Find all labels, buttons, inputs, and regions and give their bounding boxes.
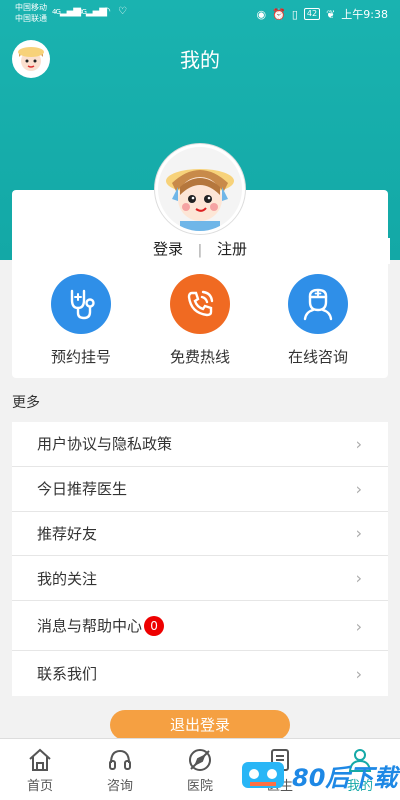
status-bar: 中国移动 中国联通 4G▂▄▆ 3G▂▄▆ ◠ ♡ ◉ ⏰ ▯ 42 ❦ 上午9…	[0, 0, 400, 30]
tab-label: 医院	[186, 779, 213, 794]
tab-label: 咨询	[106, 779, 133, 794]
compass-icon	[189, 749, 211, 771]
carrier-1: 中国移动	[15, 3, 47, 12]
health-icon: ♡	[118, 6, 127, 17]
menu-item-label: 推荐好友	[37, 524, 98, 543]
menu-item-recommended-doctors[interactable]: 今日推荐医生 ›	[12, 467, 388, 512]
wifi-icon: ◠	[102, 6, 111, 17]
vibrate-icon: ▯	[291, 7, 298, 21]
chevron-right-icon: ›	[355, 568, 362, 588]
battery-icon: 42	[303, 8, 321, 20]
alarm-icon: ⏰	[272, 7, 286, 21]
headset-icon	[109, 749, 131, 770]
stethoscope-icon	[51, 274, 111, 334]
quick-action-hotline[interactable]: 免费热线	[145, 274, 255, 367]
tab-hospital[interactable]: 医院	[160, 739, 240, 800]
menu-item-label: 用户协议与隐私政策	[37, 435, 173, 454]
menu-item-label: 消息与帮助中心	[37, 617, 143, 636]
carrier-labels: 中国移动 中国联通	[15, 2, 47, 24]
page-title: 我的	[180, 48, 220, 72]
menu-item-invite-friends[interactable]: 推荐好友 ›	[12, 512, 388, 557]
leaf-icon: ❦	[326, 7, 336, 21]
watermark-text: 80后下载	[292, 764, 398, 792]
header: 我的	[0, 36, 400, 80]
tab-home[interactable]: 首页	[0, 739, 80, 800]
section-title-more: 更多	[12, 395, 40, 411]
menu-item-contact-us[interactable]: 联系我们 ›	[12, 651, 388, 696]
menu-item-my-follows[interactable]: 我的关注 ›	[12, 556, 388, 602]
unread-badge: 0	[144, 615, 165, 636]
menu-item-label: 联系我们	[37, 665, 98, 684]
login-link[interactable]: 登录	[153, 240, 183, 258]
chevron-right-icon: ›	[355, 434, 362, 454]
eye-icon: ◉	[256, 7, 267, 21]
status-right: ◉ ⏰ ▯ 42 ❦ 上午9:38	[257, 6, 388, 22]
quick-action-consult[interactable]: 在线咨询	[263, 274, 373, 367]
quick-action-label: 免费热线	[169, 348, 230, 366]
chevron-right-icon: ›	[355, 523, 362, 543]
auth-row: 登录 | 注册	[0, 238, 400, 259]
tab-consult[interactable]: 咨询	[80, 739, 160, 800]
auth-separator: |	[197, 243, 203, 258]
menu-item-user-agreement[interactable]: 用户协议与隐私政策 ›	[12, 422, 388, 467]
home-icon	[29, 748, 51, 771]
chevron-right-icon: ›	[355, 617, 362, 637]
phone-icon	[170, 274, 230, 334]
user-avatar[interactable]	[155, 144, 245, 234]
clock: 上午9:38	[341, 8, 388, 21]
menu-item-label: 今日推荐医生	[37, 480, 128, 499]
logout-button[interactable]: 退出登录	[110, 710, 290, 740]
tab-label: 首页	[26, 779, 53, 794]
menu-item-label: 我的关注	[37, 569, 98, 588]
chevron-right-icon: ›	[355, 479, 362, 499]
chevron-right-icon: ›	[355, 664, 362, 684]
register-link[interactable]: 注册	[217, 240, 247, 258]
signal-icon: 4G▂▄▆	[52, 6, 81, 17]
menu-item-messages-help[interactable]: 消息与帮助中心 0 ›	[12, 601, 388, 652]
doctor-icon	[288, 274, 348, 334]
watermark-logo: 80后下载	[236, 752, 400, 798]
quick-action-appointment[interactable]: 预约挂号	[26, 274, 136, 367]
quick-action-label: 预约挂号	[50, 348, 111, 366]
carrier-2: 中国联通	[15, 14, 47, 23]
settings-list: 用户协议与隐私政策 › 今日推荐医生 › 推荐好友 › 我的关注 › 消息与帮助…	[12, 422, 388, 696]
quick-action-label: 在线咨询	[287, 348, 348, 366]
